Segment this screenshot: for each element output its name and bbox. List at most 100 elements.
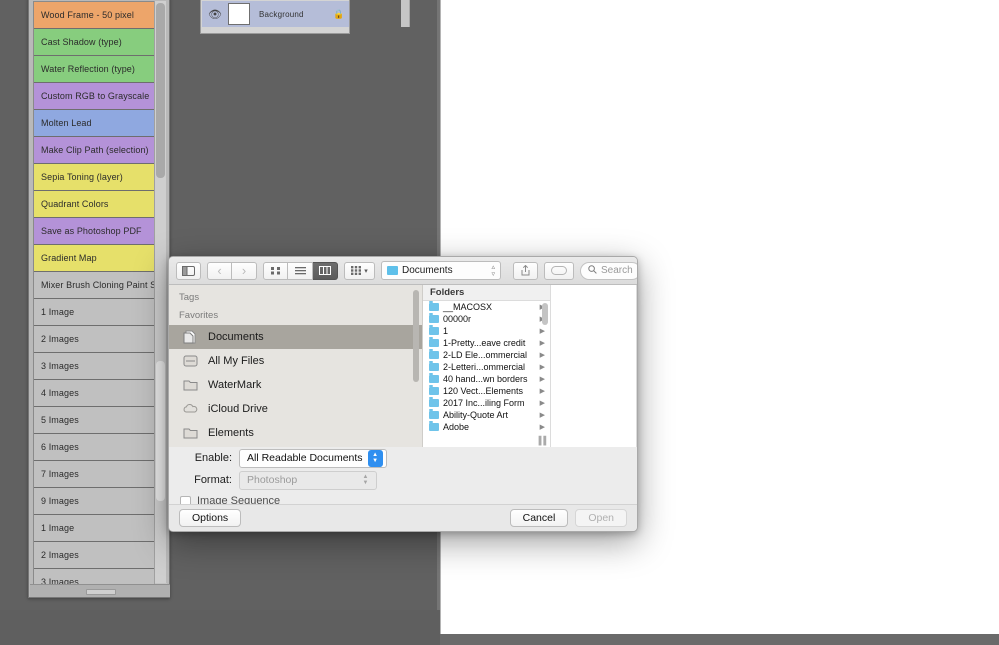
sidebar-item-all-my-files[interactable]: All My Files — [169, 349, 422, 373]
workspace-bottom-strip — [0, 610, 440, 645]
folder-row[interactable]: 1-Pretty...eave credit ▶ — [423, 337, 550, 349]
folder-row[interactable]: Ability-Quote Art ▶ — [423, 409, 550, 421]
action-row[interactable]: Quadrant Colors — [34, 191, 158, 218]
layer-thumbnail[interactable] — [228, 3, 250, 25]
forward-icon[interactable]: › — [232, 261, 257, 280]
folder-name: 00000r — [443, 314, 472, 324]
actions-scrollbar-thumb-lower[interactable] — [156, 361, 165, 501]
window-bottom-edge — [440, 634, 999, 645]
actions-list[interactable]: Wood Frame - 50 pixel Cast Shadow (type) W… — [33, 1, 159, 585]
folder-icon — [429, 423, 439, 431]
options-button[interactable]: Options — [179, 509, 242, 527]
search-icon — [588, 264, 597, 277]
sidebar-item-documents[interactable]: Documents — [169, 325, 422, 349]
action-label: 3 Images — [41, 361, 79, 371]
action-row[interactable]: Gradient Map — [34, 245, 158, 272]
action-row[interactable]: Wood Frame - 50 pixel — [34, 2, 158, 29]
chevron-right-icon: ▶ — [539, 364, 545, 371]
grid-view-icon[interactable] — [263, 261, 288, 280]
action-row[interactable]: Custom RGB to Grayscale — [34, 83, 158, 110]
action-row[interactable]: Make Clip Path (selection) — [34, 137, 158, 164]
chevron-right-icon: ▶ — [539, 412, 545, 419]
sidebar-items: Documents All My Files WaterMark iCloud Dri… — [169, 325, 422, 445]
sidebar-item-label: Elements — [208, 427, 254, 439]
sidebar-item-elements[interactable]: Elements — [169, 421, 422, 445]
eye-icon[interactable]: 👁 — [202, 8, 228, 21]
sidebar-item-label: All My Files — [208, 355, 265, 367]
action-row[interactable]: 3 Images — [34, 569, 158, 584]
cancel-button[interactable]: Cancel — [509, 509, 569, 527]
actions-panel-grip[interactable] — [86, 589, 116, 595]
folder-name: Ability-Quote Art — [443, 410, 509, 420]
sidebar-item-icloud-drive[interactable]: iCloud Drive — [169, 397, 422, 421]
folder-row[interactable]: 40 hand...wn borders ▶ — [423, 373, 550, 385]
lock-icon[interactable]: 🔒 — [329, 9, 349, 20]
format-dropdown[interactable]: Photoshop ▲ ▼ — [239, 470, 377, 490]
action-row[interactable]: 3 Images — [34, 353, 158, 380]
folder-row[interactable]: 2-Letteri...ommercial ▶ — [423, 361, 550, 373]
dialog-controls: Enable: All Readable Documents ▲ ▼ Format… — [169, 447, 637, 507]
chevron-right-icon: ▶ — [539, 328, 545, 335]
layer-row-background[interactable]: 👁 Background 🔒 — [202, 1, 349, 27]
chevron-updown-icon: ▵ ▿ — [491, 263, 495, 278]
action-row[interactable]: 1 Image — [34, 515, 158, 542]
action-row[interactable]: Water Reflection (type) — [34, 56, 158, 83]
folder-icon — [182, 377, 199, 393]
action-label: Mixer Brush Cloning Paint Setup — [41, 280, 158, 290]
folder-icon — [429, 339, 439, 347]
action-label: 1 Image — [41, 307, 75, 317]
action-row[interactable]: 2 Images — [34, 542, 158, 569]
folder-row[interactable]: 1 ▶ — [423, 325, 550, 337]
enable-dropdown[interactable]: All Readable Documents ▲ ▼ — [239, 448, 387, 468]
action-row[interactable]: Cast Shadow (type) — [34, 29, 158, 56]
folder-icon — [387, 266, 398, 275]
action-label: 2 Images — [41, 334, 79, 344]
sidebar-toggle-icon[interactable] — [176, 261, 201, 280]
folder-icon — [429, 303, 439, 311]
actions-scrollbar[interactable] — [154, 1, 166, 585]
actions-scrollbar-thumb[interactable] — [156, 3, 165, 178]
sidebar-item-watermark[interactable]: WaterMark — [169, 373, 422, 397]
action-row[interactable]: 1 Image — [34, 299, 158, 326]
column-resize-grip[interactable]: ▌▌ — [539, 436, 549, 445]
action-row[interactable]: 6 Images — [34, 434, 158, 461]
back-icon[interactable]: ‹ — [207, 261, 232, 280]
dialog-toolbar: ‹ › ▾ Documents ▵ ▿ Search — [169, 257, 637, 285]
folder-row[interactable]: __MACOSX▶ — [423, 301, 550, 313]
folder-row[interactable]: 2017 Inc...iling Form ▶ — [423, 397, 550, 409]
folder-icon — [429, 411, 439, 419]
action-row[interactable]: 4 Images — [34, 380, 158, 407]
folder-row[interactable]: Adobe ▶ — [423, 421, 550, 433]
action-row[interactable]: Mixer Brush Cloning Paint Setup — [34, 272, 158, 299]
sidebar-scrollbar-thumb[interactable] — [413, 290, 419, 382]
format-value: Photoshop — [247, 474, 298, 486]
path-dropdown[interactable]: Documents ▵ ▿ — [381, 261, 501, 280]
folder-column-scrollbar-thumb[interactable] — [542, 303, 548, 325]
actions-panel-footer — [30, 584, 170, 597]
action-row[interactable]: Sepia Toning (layer) — [34, 164, 158, 191]
arrange-caret-icon: ▾ — [364, 267, 368, 275]
action-label: Save as Photoshop PDF — [41, 226, 142, 236]
tag-icon[interactable] — [544, 261, 574, 280]
action-row[interactable]: Save as Photoshop PDF — [34, 218, 158, 245]
action-row[interactable]: Molten Lead — [34, 110, 158, 137]
action-row[interactable]: 7 Images — [34, 461, 158, 488]
action-row[interactable]: 2 Images — [34, 326, 158, 353]
share-icon[interactable] — [513, 261, 538, 280]
folder-icon — [429, 315, 439, 323]
cloud-icon — [182, 401, 199, 417]
arrange-icon[interactable]: ▾ — [344, 261, 375, 280]
folder-name: 120 Vect...Elements — [443, 386, 524, 396]
action-row[interactable]: 9 Images — [34, 488, 158, 515]
open-button[interactable]: Open — [575, 509, 627, 527]
folder-row[interactable]: 00000r▶ — [423, 313, 550, 325]
folder-name: 2-LD Ele...ommercial — [443, 350, 528, 360]
folder-row[interactable]: 2-LD Ele...ommercial ▶ — [423, 349, 550, 361]
folder-row[interactable]: 120 Vect...Elements ▶ — [423, 385, 550, 397]
search-input[interactable]: Search — [580, 261, 637, 280]
action-row[interactable]: 5 Images — [34, 407, 158, 434]
list-view-icon[interactable] — [288, 261, 313, 280]
column-view-icon[interactable] — [313, 261, 338, 280]
format-row: Format: Photoshop ▲ ▼ — [169, 469, 637, 491]
action-label: Make Clip Path (selection) — [41, 145, 149, 155]
